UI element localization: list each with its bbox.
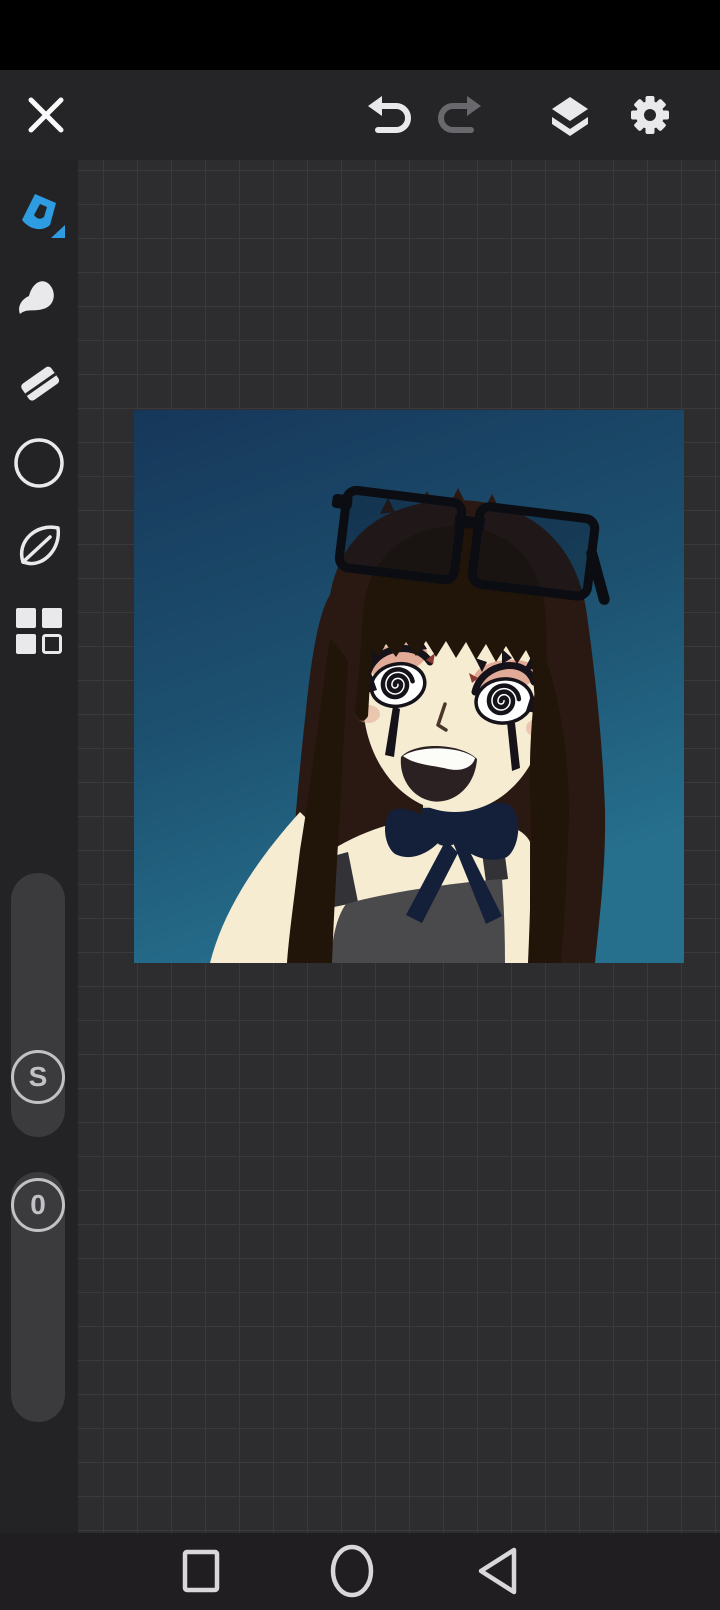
eraser-icon [21,366,60,401]
android-nav-bar [0,1533,720,1610]
leaf-icon [19,525,60,566]
squares-icon [16,608,62,654]
tool-sidebar: S 0 [0,160,78,1533]
top-toolbar [0,70,720,207]
drawing-canvas[interactable] [78,160,720,1533]
size-slider-thumb[interactable]: S [11,1050,65,1104]
paint-brush-icon [22,194,65,238]
close-icon [28,97,64,133]
size-slider-label: S [28,1061,48,1092]
nav-home-button[interactable] [322,1541,382,1601]
opacity-slider-thumb[interactable]: 0 [11,1178,65,1232]
tool-eraser[interactable] [9,352,69,412]
layers-icon [552,97,588,136]
circle-icon [14,438,64,488]
smudge-icon [19,281,54,314]
tool-color-circle[interactable] [9,433,69,493]
tool-paint-brush[interactable] [9,182,69,242]
undo-icon [368,96,411,133]
opacity-slider-label: 0 [30,1189,46,1220]
redo-button[interactable] [429,85,489,145]
back-triangle-icon [478,1547,517,1595]
close-button[interactable] [16,85,76,145]
tool-leaf-stabilizer[interactable] [9,516,69,576]
layers-button[interactable] [540,85,600,145]
status-bar [0,0,720,70]
nav-back-button[interactable] [470,1541,530,1601]
tool-layout-squares[interactable] [9,601,69,661]
artwork-image[interactable] [134,410,684,963]
tool-smudge[interactable] [9,266,69,326]
redo-icon [438,96,481,133]
undo-button[interactable] [360,85,420,145]
settings-button[interactable] [620,85,680,145]
recents-square-icon [182,1549,220,1593]
home-circle-icon [330,1544,374,1598]
nav-recents-button[interactable] [171,1541,231,1601]
gear-icon [631,96,669,134]
app-screen: S 0 [0,0,720,1610]
